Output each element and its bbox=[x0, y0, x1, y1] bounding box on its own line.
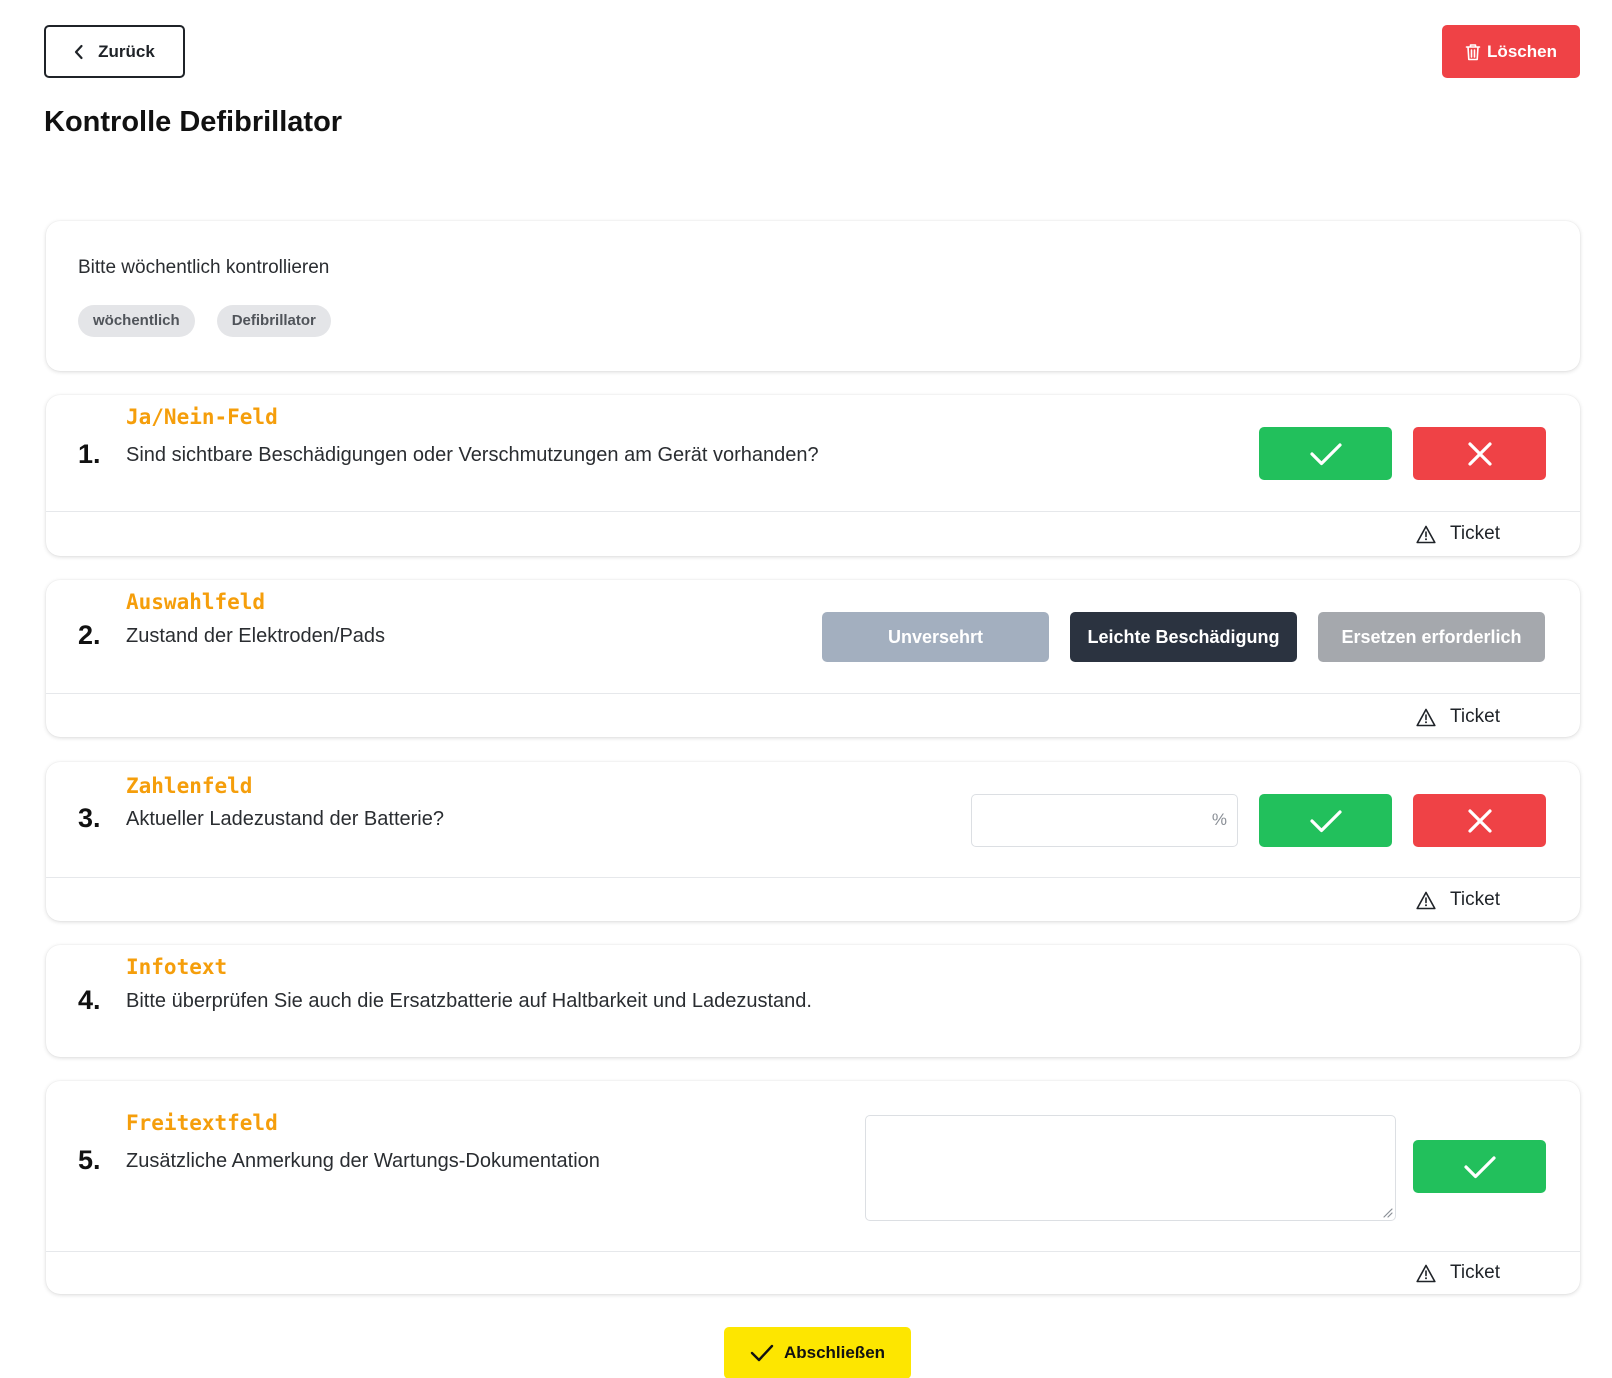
close-icon bbox=[1467, 808, 1492, 833]
ticket-label: Ticket bbox=[1450, 523, 1500, 544]
check-icon bbox=[1309, 809, 1342, 832]
question-number: 1. bbox=[78, 439, 101, 469]
yes-button[interactable] bbox=[1259, 427, 1392, 480]
warning-icon bbox=[1416, 708, 1436, 726]
tag-list: wöchentlich Defibrillator bbox=[78, 305, 331, 337]
divider bbox=[46, 877, 1580, 878]
comment-textarea[interactable] bbox=[865, 1115, 1396, 1221]
question-text: Sind sichtbare Beschädigungen oder Versc… bbox=[126, 444, 819, 466]
delete-label: Löschen bbox=[1487, 41, 1557, 61]
back-label: Zurück bbox=[98, 41, 155, 61]
question-type-label: Auswahlfeld bbox=[126, 590, 266, 614]
option-leichte-beschaedigung[interactable]: Leichte Beschädigung bbox=[1070, 612, 1297, 662]
divider bbox=[46, 1251, 1580, 1252]
chevron-left-icon bbox=[75, 44, 83, 59]
warning-icon bbox=[1416, 891, 1436, 909]
intro-card: Bitte wöchentlich kontrollieren wöchentl… bbox=[46, 221, 1580, 371]
question-card-4: Infotext 4. Bitte überprüfen Sie auch di… bbox=[46, 945, 1580, 1057]
question-card-1: Ja/Nein-Feld 1. Sind sichtbare Beschädig… bbox=[46, 395, 1580, 556]
ticket-label: Ticket bbox=[1450, 1262, 1500, 1283]
question-text: Zustand der Elektroden/Pads bbox=[126, 625, 386, 647]
option-ersetzen-erforderlich[interactable]: Ersetzen erforderlich bbox=[1318, 612, 1545, 662]
resize-handle-icon[interactable] bbox=[1381, 1206, 1393, 1218]
ticket-button[interactable]: Ticket bbox=[1416, 706, 1500, 728]
finish-button[interactable]: Abschließen bbox=[724, 1327, 911, 1378]
question-card-3: Zahlenfeld 3. Aktueller Ladezustand der … bbox=[46, 762, 1580, 921]
close-icon bbox=[1467, 441, 1492, 466]
ticket-button[interactable]: Ticket bbox=[1416, 889, 1500, 911]
ticket-label: Ticket bbox=[1450, 706, 1500, 727]
option-unversehrt[interactable]: Unversehrt bbox=[822, 612, 1049, 662]
divider bbox=[46, 511, 1580, 512]
question-type-label: Freitextfeld bbox=[126, 1111, 278, 1135]
question-type-label: Ja/Nein-Feld bbox=[126, 405, 278, 429]
warning-icon bbox=[1416, 525, 1436, 543]
check-icon bbox=[1309, 442, 1342, 465]
back-button[interactable]: Zurück bbox=[44, 25, 185, 78]
ticket-button[interactable]: Ticket bbox=[1416, 523, 1500, 545]
no-button[interactable] bbox=[1413, 427, 1546, 480]
page-title: Kontrolle Defibrillator bbox=[44, 106, 343, 138]
question-number: 4. bbox=[78, 985, 101, 1015]
check-icon bbox=[750, 1344, 774, 1362]
percent-unit: % bbox=[1211, 810, 1227, 829]
question-number: 2. bbox=[78, 620, 101, 650]
finish-label: Abschließen bbox=[783, 1343, 886, 1362]
question-text: Aktueller Ladezustand der Batterie? bbox=[126, 808, 444, 830]
question-card-5: Freitextfeld 5. Zusätzliche Anmerkung de… bbox=[46, 1081, 1580, 1294]
checklist-description: Bitte wöchentlich kontrollieren bbox=[78, 257, 330, 278]
question-text: Zusätzliche Anmerkung der Wartungs-Dokum… bbox=[126, 1150, 600, 1172]
tag-device: Defibrillator bbox=[216, 305, 331, 337]
check-icon bbox=[1463, 1155, 1496, 1178]
ticket-button[interactable]: Ticket bbox=[1416, 1262, 1500, 1284]
question-number: 3. bbox=[78, 803, 101, 833]
tag-interval: wöchentlich bbox=[78, 305, 195, 337]
delete-button[interactable]: Löschen bbox=[1442, 25, 1580, 78]
question-type-label: Zahlenfeld bbox=[126, 774, 253, 798]
confirm-button[interactable] bbox=[1413, 1140, 1546, 1193]
info-text: Bitte überprüfen Sie auch die Ersatzbatt… bbox=[126, 990, 812, 1012]
yes-button[interactable] bbox=[1259, 794, 1392, 847]
question-type-label: Infotext bbox=[126, 955, 228, 979]
ticket-label: Ticket bbox=[1450, 889, 1500, 910]
no-button[interactable] bbox=[1413, 794, 1546, 847]
warning-icon bbox=[1416, 1264, 1436, 1282]
question-card-2: Auswahlfeld 2. Zustand der Elektroden/Pa… bbox=[46, 580, 1580, 737]
divider bbox=[46, 693, 1580, 694]
trash-icon bbox=[1465, 43, 1481, 60]
question-number: 5. bbox=[78, 1145, 101, 1175]
battery-percent-input[interactable]: % bbox=[971, 794, 1238, 847]
